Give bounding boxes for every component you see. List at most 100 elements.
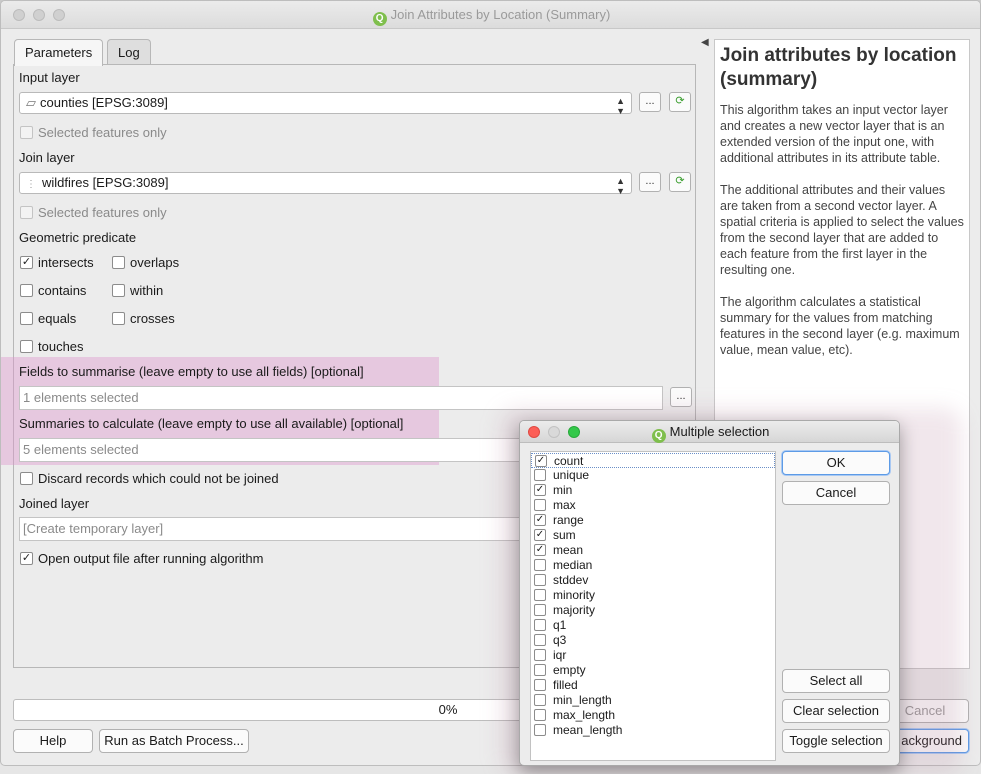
option-checkbox[interactable] (534, 709, 546, 721)
option-checkbox[interactable] (534, 589, 546, 601)
option-checkbox[interactable] (534, 499, 546, 511)
option-checkbox[interactable]: ✓ (534, 529, 546, 541)
join-layer-iterate-button[interactable]: ⟳ (669, 172, 691, 192)
dialog-cancel-label: Cancel (815, 485, 857, 500)
joined-layer-value: [Create temporary layer] (23, 521, 164, 536)
tab-parameters[interactable]: Parameters (14, 39, 104, 66)
option-label: q1 (553, 618, 567, 632)
predicate-within-checkbox[interactable] (112, 284, 125, 297)
option-checkbox[interactable] (534, 559, 546, 571)
option-label: q3 (553, 633, 567, 647)
input-selected-only-checkbox[interactable] (20, 126, 33, 139)
join-layer-browse-button[interactable]: ... (639, 172, 661, 192)
help-button[interactable]: Help (13, 729, 93, 753)
option-row-sum[interactable]: ✓ sum (531, 528, 775, 543)
join-layer-label: Join layer (19, 150, 75, 165)
predicate-crosses-checkbox[interactable] (112, 312, 125, 325)
tab-log[interactable]: Log (107, 39, 151, 65)
option-row-max[interactable]: max (531, 498, 775, 513)
collapse-arrow-icon[interactable]: ◀ (701, 37, 709, 48)
option-row-q1[interactable]: q1 (531, 618, 775, 633)
option-checkbox[interactable] (534, 574, 546, 586)
fields-input[interactable]: 1 elements selected (19, 386, 663, 410)
option-label: range (553, 513, 584, 527)
option-row-filled[interactable]: filled (531, 678, 775, 693)
option-row-min[interactable]: ✓ min (531, 483, 775, 498)
option-checkbox[interactable] (534, 649, 546, 661)
dialog-close-button[interactable] (528, 426, 540, 438)
option-checkbox[interactable] (534, 469, 546, 481)
option-label: unique (553, 468, 590, 482)
option-row-q3[interactable]: q3 (531, 633, 775, 648)
dialog-title: Multiple selection (669, 424, 770, 439)
option-checkbox[interactable]: ✓ (535, 455, 547, 467)
option-label: median (553, 558, 593, 572)
option-row-majority[interactable]: majority (531, 603, 775, 618)
option-checkbox[interactable]: ✓ (534, 484, 546, 496)
discard-records-checkbox[interactable] (20, 472, 33, 485)
help-title: Join attributes by location (summary) (720, 45, 957, 90)
option-label: filled (553, 678, 578, 692)
clear-selection-button[interactable]: Clear selection (782, 699, 890, 723)
option-row-empty[interactable]: empty (531, 663, 775, 678)
option-row-mean-length[interactable]: mean_length (531, 723, 775, 738)
option-checkbox[interactable] (534, 604, 546, 616)
option-checkbox[interactable] (534, 619, 546, 631)
summary-options-list[interactable]: ✓ count unique ✓ min max ✓ range ✓ sum ✓ mean median… (530, 451, 776, 761)
option-row-min-length[interactable]: min_length (531, 693, 775, 708)
chevron-down-icon: ▲ ▼ (616, 176, 625, 196)
predicate-crosses-label: crosses (130, 311, 175, 326)
option-label: max (553, 498, 576, 512)
input-layer-browse-button[interactable]: ... (639, 92, 661, 112)
discard-records-label: Discard records which could not be joine… (38, 471, 279, 486)
option-row-count[interactable]: ✓ count (531, 453, 775, 468)
predicate-intersects-checkbox[interactable]: ✓ (20, 256, 33, 269)
toggle-selection-button[interactable]: Toggle selection (782, 729, 890, 753)
predicate-touches-checkbox[interactable] (20, 340, 33, 353)
chevron-down-icon: ▲ ▼ (616, 96, 625, 116)
open-output-checkbox[interactable]: ✓ (20, 552, 33, 565)
option-row-minority[interactable]: minority (531, 588, 775, 603)
ok-button-label: OK (826, 455, 846, 470)
option-checkbox[interactable] (534, 679, 546, 691)
batch-process-button[interactable]: Run as Batch Process... (99, 729, 249, 753)
join-selected-only-checkbox[interactable] (20, 206, 33, 219)
input-layer-label: Input layer (19, 70, 80, 85)
input-layer-combo[interactable]: ▱ counties [EPSG:3089] ▲ ▼ (19, 92, 632, 116)
option-label: mean_length (553, 723, 623, 737)
option-row-stddev[interactable]: stddev (531, 573, 775, 588)
qgis-icon: Q (651, 429, 666, 443)
join-layer-combo[interactable]: ⋮ wildfires [EPSG:3089] ▲ ▼ (19, 172, 632, 196)
input-layer-iterate-button[interactable]: ⟳ (669, 92, 691, 112)
fields-browse-button[interactable]: ... (670, 387, 692, 407)
summaries-label: Summaries to calculate (leave empty to u… (19, 416, 404, 431)
option-row-unique[interactable]: unique (531, 468, 775, 483)
option-checkbox[interactable] (534, 664, 546, 676)
option-checkbox[interactable] (534, 694, 546, 706)
ok-button[interactable]: OK (782, 451, 890, 475)
open-output-label: Open output file after running algorithm (38, 551, 264, 566)
fields-browse-label: ... (676, 390, 686, 402)
option-row-iqr[interactable]: iqr (531, 648, 775, 663)
dialog-cancel-button[interactable]: Cancel (782, 481, 890, 505)
predicate-equals-checkbox[interactable] (20, 312, 33, 325)
fields-label: Fields to summarise (leave empty to use … (19, 364, 364, 379)
dialog-zoom-button[interactable] (568, 426, 580, 438)
option-row-mean[interactable]: ✓ mean (531, 543, 775, 558)
option-label: minority (553, 588, 596, 602)
option-checkbox[interactable] (534, 634, 546, 646)
predicate-overlaps-checkbox[interactable] (112, 256, 125, 269)
clear-selection-label: Clear selection (793, 703, 879, 718)
predicate-contains-checkbox[interactable] (20, 284, 33, 297)
option-label: min_length (553, 693, 612, 707)
toggle-selection-label: Toggle selection (789, 733, 883, 748)
option-checkbox[interactable]: ✓ (534, 514, 546, 526)
option-row-range[interactable]: ✓ range (531, 513, 775, 528)
help-paragraph-2: The additional attributes and their valu… (720, 183, 964, 277)
select-all-button[interactable]: Select all (782, 669, 890, 693)
option-checkbox[interactable]: ✓ (534, 544, 546, 556)
option-checkbox[interactable] (534, 724, 546, 736)
option-row-max-length[interactable]: max_length (531, 708, 775, 723)
dialog-minimize-button[interactable] (548, 426, 560, 438)
option-row-median[interactable]: median (531, 558, 775, 573)
